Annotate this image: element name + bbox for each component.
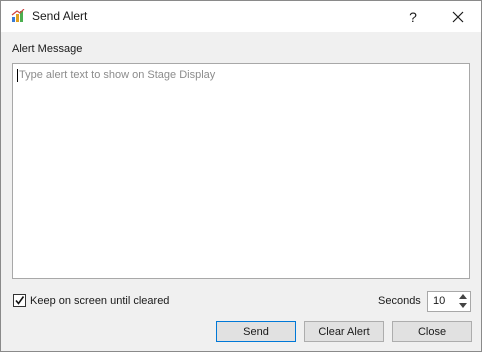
help-button[interactable]: ?: [390, 1, 436, 32]
app-chart-icon: [11, 9, 25, 22]
window-title: Send Alert: [32, 9, 88, 23]
keep-on-screen-checkbox[interactable]: [13, 294, 26, 307]
send-button[interactable]: Send: [216, 321, 296, 342]
send-alert-dialog: Send Alert ? Alert Message Type alert te…: [0, 0, 482, 352]
text-caret: [17, 69, 18, 82]
close-icon: [452, 11, 464, 22]
clear-alert-button[interactable]: Clear Alert: [304, 321, 384, 342]
seconds-label: Seconds: [378, 295, 421, 307]
checkmark-icon: [15, 296, 25, 305]
alert-message-placeholder: Type alert text to show on Stage Display: [19, 69, 216, 81]
chevron-up-icon: [459, 294, 467, 299]
seconds-value: 10: [433, 295, 446, 307]
spin-up-button[interactable]: [458, 292, 468, 301]
spin-down-button[interactable]: [458, 301, 468, 310]
title-bar: Send Alert ?: [1, 1, 481, 32]
chevron-down-icon: [459, 303, 467, 308]
alert-message-label: Alert Message: [12, 43, 83, 55]
seconds-spinbox[interactable]: 10: [427, 291, 471, 312]
alert-message-input[interactable]: Type alert text to show on Stage Display: [12, 63, 470, 279]
keep-on-screen-label[interactable]: Keep on screen until cleared: [30, 295, 169, 307]
close-button[interactable]: Close: [392, 321, 472, 342]
close-window-button[interactable]: [435, 1, 481, 32]
help-icon: ?: [409, 8, 417, 25]
